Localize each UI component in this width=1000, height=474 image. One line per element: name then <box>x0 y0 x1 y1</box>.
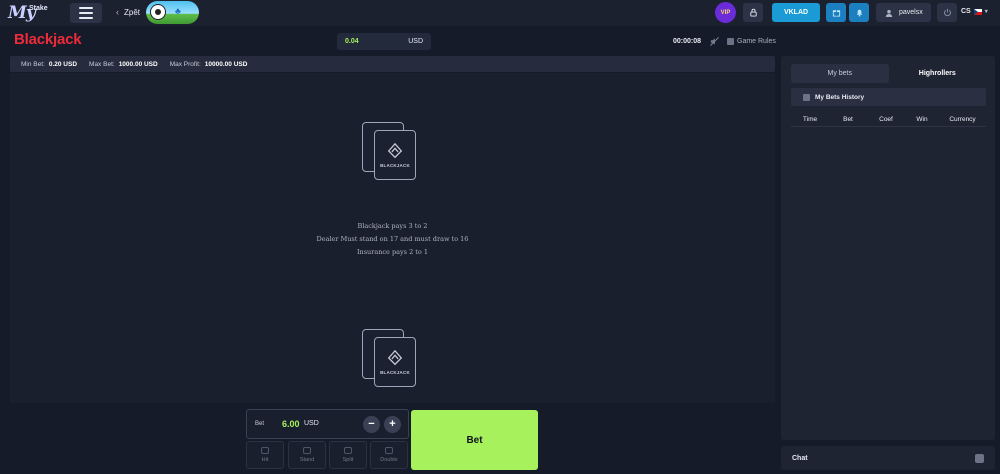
split-label: Split <box>342 457 354 463</box>
back-label: Zpět <box>124 7 141 17</box>
stand-icon <box>303 447 311 454</box>
hamburger-menu-button[interactable] <box>70 3 102 23</box>
balance-display: 0.04 USD <box>337 33 431 50</box>
game-rules-link[interactable]: Game Rules <box>727 38 776 45</box>
history-title: My Bets History <box>815 93 865 101</box>
bets-side-panel: My bets Highrollers My Bets History Time… <box>781 56 995 440</box>
spade-logo-icon <box>387 349 403 366</box>
max-profit-value: 10000.00 USD <box>204 60 248 68</box>
column-header: Win <box>916 115 928 123</box>
max-profit-label: Max Profit: <box>169 60 201 68</box>
bets-tabs: My bets Highrollers <box>791 64 986 83</box>
chevron-left-icon: ‹ <box>116 7 119 17</box>
card-brand-label: BLACKJACK <box>380 163 410 168</box>
top-bar: My Stake ‹ Zpět ♣ VIP VKLAD pavelsx CS ▾ <box>0 0 1000 26</box>
game-rules-label: Game Rules <box>737 38 776 45</box>
blackjack-table: BLACKJACK Blackjack pays 3 to 2 Dealer M… <box>10 73 775 403</box>
lock-icon <box>749 8 757 17</box>
double-label: Double <box>380 457 398 463</box>
hit-label: Hit <box>261 457 269 463</box>
logo-stake-text: Stake <box>29 5 48 12</box>
history-columns: Time Bet Coef Win Currency <box>791 112 986 127</box>
tab-my-bets[interactable]: My bets <box>791 64 889 83</box>
promo-banner[interactable]: ♣ <box>146 1 199 24</box>
balance-currency: USD <box>408 38 423 45</box>
user-icon <box>885 9 893 17</box>
username-label: pavelsx <box>899 9 923 16</box>
player-card-stack: BLACKJACK <box>362 329 418 391</box>
min-bet-label: Min Bet: <box>21 60 45 68</box>
language-code: CS <box>961 8 971 15</box>
min-bet: Min Bet: 0.20 USD <box>21 61 77 68</box>
card-front: BLACKJACK <box>374 130 416 180</box>
split-button[interactable]: Split <box>329 441 367 469</box>
column-header: Bet <box>843 115 853 123</box>
double-button[interactable]: Double <box>370 441 408 469</box>
czech-flag-icon <box>973 8 982 15</box>
min-bet-value: 0.20 USD <box>48 60 78 68</box>
user-profile-button[interactable]: pavelsx <box>876 3 931 22</box>
chevron-down-icon: ▾ <box>984 9 988 15</box>
menu-line-icon <box>79 7 93 9</box>
chat-icon <box>975 453 984 463</box>
bet-amount-input[interactable]: Bet 6.00 USD − + <box>246 409 409 439</box>
history-icon <box>803 93 810 101</box>
menu-line-icon <box>79 12 93 14</box>
card-front: BLACKJACK <box>374 337 416 387</box>
column-header: Time <box>802 115 818 123</box>
rule-line: Dealer Must stand on 17 and must draw to… <box>316 235 469 243</box>
game-title: Blackjack <box>14 31 82 48</box>
rule-line: Blackjack pays 3 to 2 <box>357 222 428 230</box>
gift-icon <box>832 10 840 17</box>
max-bet-value: 1000.00 USD <box>118 60 158 68</box>
dealer-card-stack: BLACKJACK <box>362 122 418 184</box>
menu-line-icon <box>79 17 93 19</box>
column-header: Coef <box>879 115 893 123</box>
max-profit: Max Profit: 10000.00 USD <box>170 61 248 68</box>
language-selector[interactable]: CS ▾ <box>961 8 988 15</box>
double-icon <box>385 447 393 454</box>
gift-button[interactable] <box>826 3 846 22</box>
max-bet: Max Bet: 1000.00 USD <box>89 61 158 68</box>
decrease-bet-button[interactable]: − <box>363 416 380 433</box>
bet-limits-bar: Min Bet: 0.20 USD Max Bet: 1000.00 USD Max… <box>10 56 775 72</box>
bet-currency: USD <box>304 420 319 427</box>
bell-icon <box>856 9 862 17</box>
chat-label: Chat <box>792 454 808 462</box>
vip-label: VIP <box>720 9 731 16</box>
power-icon <box>943 8 951 17</box>
lock-button[interactable] <box>743 3 763 22</box>
chat-bar[interactable]: Chat <box>781 446 995 470</box>
rule-line: Insurance pays 2 to 1 <box>356 248 429 256</box>
football-icon <box>150 4 166 20</box>
bets-history-header: My Bets History <box>791 88 986 106</box>
tab-highrollers[interactable]: Highrollers <box>889 64 987 83</box>
book-icon <box>727 38 734 45</box>
max-bet-label: Max Bet: <box>89 60 115 68</box>
clover-icon: ♣ <box>175 6 181 16</box>
hit-button[interactable]: Hit <box>246 441 284 469</box>
back-link[interactable]: ‹ Zpět <box>116 7 140 17</box>
card-brand-label: BLACKJACK <box>380 370 410 375</box>
bet-amount-value[interactable]: 6.00 <box>282 419 300 429</box>
deposit-button[interactable]: VKLAD <box>772 3 820 22</box>
session-timer: 00:00:08 <box>673 38 702 45</box>
vip-badge[interactable]: VIP <box>715 2 736 23</box>
notifications-button[interactable] <box>849 3 869 22</box>
spade-logo-icon <box>387 142 403 159</box>
hit-icon <box>261 447 269 454</box>
sound-muted-icon[interactable] <box>710 37 719 46</box>
stand-label: Stand <box>299 457 315 463</box>
balance-amount: 0.04 <box>345 38 359 45</box>
column-header: Currency <box>949 115 976 123</box>
split-icon <box>344 447 352 454</box>
bet-label: Bet <box>255 421 265 427</box>
increase-bet-button[interactable]: + <box>384 416 401 433</box>
bet-button[interactable]: Bet <box>411 410 538 470</box>
logout-button[interactable] <box>937 3 957 22</box>
mystake-logo[interactable]: My Stake <box>8 2 64 24</box>
stand-button[interactable]: Stand <box>288 441 326 469</box>
